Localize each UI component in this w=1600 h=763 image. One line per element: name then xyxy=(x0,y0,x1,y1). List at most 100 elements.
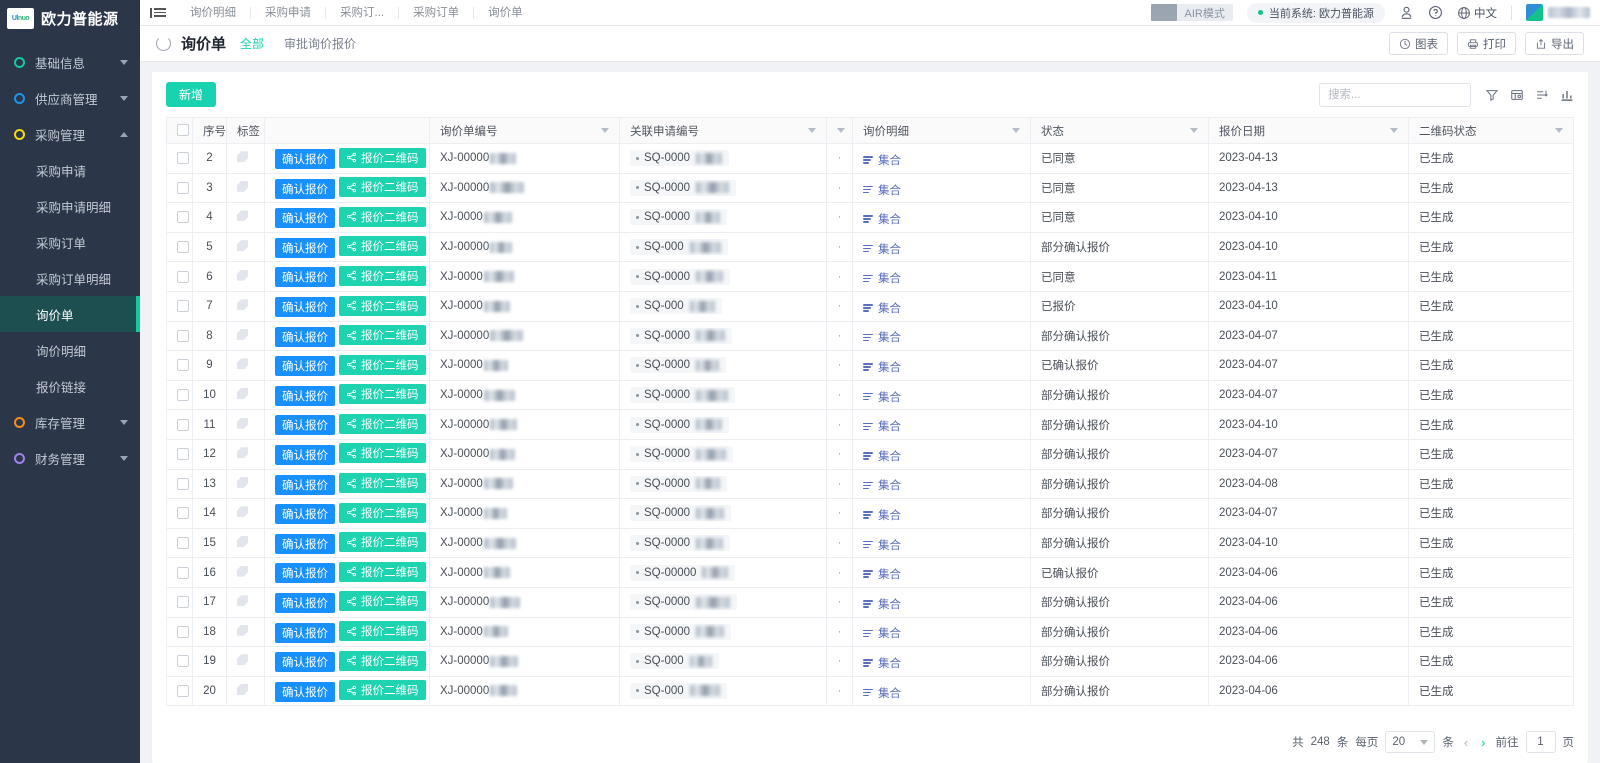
inquiry-detail-link[interactable]: 集合 xyxy=(863,448,901,464)
confirm-quote-button[interactable]: 确认报价 xyxy=(275,208,335,229)
confirm-quote-button[interactable]: 确认报价 xyxy=(275,149,335,170)
tag-icon[interactable] xyxy=(237,476,248,488)
confirm-quote-button[interactable]: 确认报价 xyxy=(275,533,335,554)
tag-icon[interactable] xyxy=(237,240,248,252)
page-size-select[interactable]: 20 xyxy=(1385,731,1436,753)
related-request-tag[interactable]: SQ-0000 xyxy=(630,387,736,404)
row-checkbox[interactable] xyxy=(177,389,189,402)
confirm-quote-button[interactable]: 确认报价 xyxy=(275,622,335,643)
next-page-button[interactable]: › xyxy=(1478,735,1488,750)
row-checkbox[interactable] xyxy=(177,448,189,461)
quote-qrcode-button[interactable]: 报价二维码 xyxy=(339,384,426,405)
confirm-quote-button[interactable]: 确认报价 xyxy=(275,326,335,347)
tag-icon[interactable] xyxy=(237,595,248,607)
related-request-tag[interactable]: SQ-00000 xyxy=(630,564,736,581)
tag-icon[interactable] xyxy=(237,269,248,281)
inquiry-detail-link[interactable]: 集合 xyxy=(863,389,901,405)
related-request-tag[interactable]: SQ-000 xyxy=(630,298,722,315)
inquiry-detail-link[interactable]: 集合 xyxy=(863,329,901,345)
table-row[interactable]: 6 确认报价 报价二维码 XJ-0000 SQ-0000 · 集合 已同意 2023-04-11… xyxy=(166,261,1574,292)
print-button[interactable]: 打印 xyxy=(1457,32,1516,55)
table-row[interactable]: 14 确认报价 报价二维码 XJ-0000 SQ-0000 · 集合 部分确认报价 2023-0… xyxy=(166,498,1574,529)
related-request-tag[interactable]: SQ-000 xyxy=(630,239,728,256)
table-row[interactable]: 17 确认报价 报价二维码 XJ-00000 SQ-0000 · 集合 部分确认报价 2023-… xyxy=(166,586,1574,618)
sidebar-group-finance-management[interactable]: 财务管理 xyxy=(0,440,140,476)
quote-qrcode-button[interactable]: 报价二维码 xyxy=(339,265,426,286)
row-checkbox[interactable] xyxy=(177,625,189,638)
row-checkbox[interactable] xyxy=(177,655,189,668)
table-row[interactable]: 12 确认报价 报价二维码 XJ-00000 SQ-0000 · 集合 部分确认报价 2023-… xyxy=(166,438,1574,470)
related-request-tag[interactable]: SQ-000 xyxy=(630,653,719,670)
related-request-tag[interactable]: SQ-0000 xyxy=(630,357,727,374)
related-request-tag[interactable]: SQ-0000 xyxy=(630,446,734,463)
tag-icon[interactable] xyxy=(237,299,248,311)
quote-qrcode-button[interactable]: 报价二维码 xyxy=(339,177,426,198)
table-row[interactable]: 18 确认报价 报价二维码 XJ-0000 SQ-0000 · 集合 部分确认报价 2023-0… xyxy=(166,616,1574,648)
quote-qrcode-button[interactable]: 报价二维码 xyxy=(339,650,426,671)
sidebar-item-quote-link[interactable]: 报价链接 xyxy=(0,368,140,404)
sort-icon[interactable] xyxy=(1535,88,1549,102)
quote-qrcode-button[interactable]: 报价二维码 xyxy=(339,147,426,168)
related-request-tag[interactable]: SQ-0000 xyxy=(630,505,732,522)
tab-inquiry-detail[interactable]: 询价明细 xyxy=(176,6,251,19)
tab-purchase-order[interactable]: 采购订单 xyxy=(399,6,475,19)
quote-qrcode-button[interactable]: 报价二维码 xyxy=(339,325,426,346)
sidebar-item-purchase-order-detail[interactable]: 采购订单明细 xyxy=(0,260,140,296)
user-icon[interactable] xyxy=(1399,5,1414,20)
tab-purchase-request[interactable]: 采购申请 xyxy=(251,6,326,19)
row-checkbox[interactable] xyxy=(177,566,189,579)
export-button[interactable]: 导出 xyxy=(1525,32,1584,55)
confirm-quote-button[interactable]: 确认报价 xyxy=(275,652,335,673)
help-icon[interactable] xyxy=(1428,5,1443,20)
table-row[interactable]: 16 确认报价 报价二维码 XJ-0000 SQ-00000 · 集合 已确认报价 2023-0… xyxy=(166,557,1574,588)
filter-icon[interactable] xyxy=(1485,88,1499,102)
row-checkbox[interactable] xyxy=(177,241,189,254)
inquiry-detail-link[interactable]: 集合 xyxy=(863,182,901,198)
sidebar-group-basic-info[interactable]: 基础信息 xyxy=(0,44,140,80)
inquiry-detail-link[interactable]: 集合 xyxy=(863,418,901,434)
quote-qrcode-button[interactable]: 报价二维码 xyxy=(339,502,426,523)
refresh-icon[interactable] xyxy=(156,36,171,51)
related-request-tag[interactable]: SQ-0000 xyxy=(630,150,730,167)
quote-qrcode-button[interactable]: 报价二维码 xyxy=(339,621,426,642)
tab-inquiry-order[interactable]: 询价单 xyxy=(474,7,537,19)
sort-caret-icon[interactable] xyxy=(808,128,816,133)
chart-button[interactable]: 图表 xyxy=(1389,32,1448,55)
quote-qrcode-button[interactable]: 报价二维码 xyxy=(339,413,426,434)
inquiry-detail-link[interactable]: 集合 xyxy=(863,685,901,701)
confirm-quote-button[interactable]: 确认报价 xyxy=(275,356,335,377)
confirm-quote-button[interactable]: 确认报价 xyxy=(275,681,335,702)
tab-purchase-order-truncated[interactable]: 采购订... xyxy=(326,6,400,19)
inquiry-detail-link[interactable]: 集合 xyxy=(863,241,901,257)
tag-icon[interactable] xyxy=(237,358,248,370)
row-checkbox[interactable] xyxy=(177,684,189,697)
table-row[interactable]: 20 确认报价 报价二维码 XJ-00000 SQ-000 · 集合 部分确认报价 2023-0… xyxy=(166,675,1574,707)
inquiry-detail-link[interactable]: 集合 xyxy=(863,477,901,493)
row-checkbox[interactable] xyxy=(177,181,189,194)
sidebar-item-purchase-request[interactable]: 采购申请 xyxy=(0,152,140,188)
language-switcher[interactable]: 中文 xyxy=(1457,5,1497,21)
sort-caret-icon[interactable] xyxy=(601,128,609,133)
inquiry-detail-link[interactable]: 集合 xyxy=(863,270,901,286)
select-all-checkbox[interactable] xyxy=(177,124,189,137)
tag-icon[interactable] xyxy=(237,624,248,636)
tag-icon[interactable] xyxy=(237,654,248,666)
related-request-tag[interactable]: SQ-0000 xyxy=(630,594,738,611)
page-number-input[interactable] xyxy=(1525,731,1556,753)
sort-caret-icon[interactable] xyxy=(1555,128,1563,133)
confirm-quote-button[interactable]: 确认报价 xyxy=(275,415,335,436)
sort-caret-icon[interactable] xyxy=(1012,128,1020,133)
sidebar-item-inquiry-order[interactable]: 询价单 xyxy=(0,296,140,332)
related-request-tag[interactable]: SQ-0000 xyxy=(630,535,731,552)
row-checkbox[interactable] xyxy=(177,152,189,165)
table-row[interactable]: 11 确认报价 报价二维码 XJ-00000 SQ-0000 · 集合 部分确认报价 2023-… xyxy=(166,409,1574,440)
quote-qrcode-button[interactable]: 报价二维码 xyxy=(339,354,426,375)
sidebar-item-purchase-order[interactable]: 采购订单 xyxy=(0,224,140,260)
inquiry-detail-link[interactable]: 集合 xyxy=(863,211,901,227)
inquiry-detail-link[interactable]: 集合 xyxy=(863,152,901,168)
confirm-quote-button[interactable]: 确认报价 xyxy=(275,592,335,613)
quote-qrcode-button[interactable]: 报价二维码 xyxy=(339,680,426,701)
tag-icon[interactable] xyxy=(237,447,248,459)
user-avatar-block[interactable] xyxy=(1526,4,1590,21)
table-row[interactable]: 3 确认报价 报价二维码 XJ-00000 SQ-0000 · 集合 已同意 2023-04-1… xyxy=(166,172,1574,204)
